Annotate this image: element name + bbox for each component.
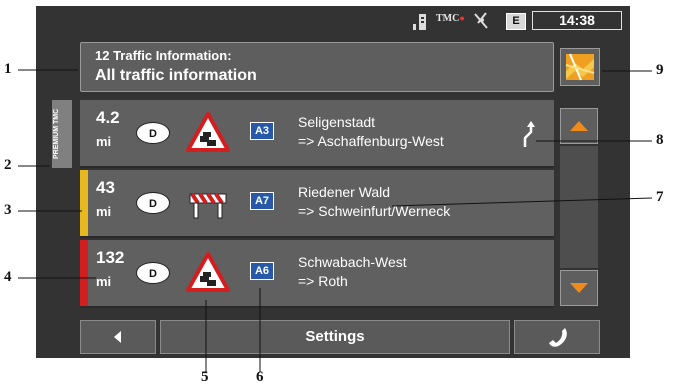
callout-lines [18,69,653,372]
callout-label: 7 [656,189,664,205]
callout-label: 8 [656,132,664,148]
callout-label: 9 [656,62,664,78]
callout-label: 2 [4,157,12,173]
callout-label: 1 [4,61,12,77]
callout-label: 4 [4,269,12,285]
callout-label: 3 [4,202,12,218]
callout-label: 5 [201,369,209,385]
callout-label: 6 [256,369,264,385]
